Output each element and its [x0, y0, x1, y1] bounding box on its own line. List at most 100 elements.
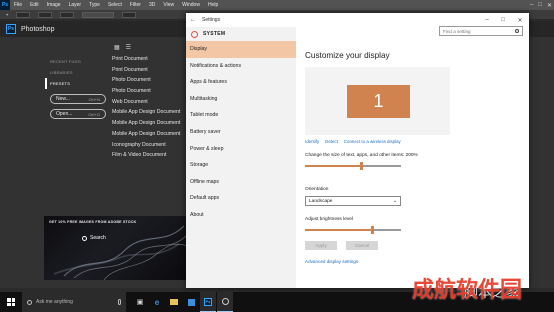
- slider-thumb[interactable]: [360, 162, 363, 170]
- nav-default-apps[interactable]: Default apps: [186, 190, 296, 207]
- display-links: Identify Detect Connect to a wireless di…: [305, 139, 401, 144]
- close-icon[interactable]: ✕: [547, 2, 552, 9]
- edge-icon[interactable]: e: [149, 292, 165, 312]
- new-shortcut: Ctrl+N: [88, 96, 100, 102]
- task-view-icon[interactable]: ▣: [132, 292, 148, 312]
- windows-logo-icon: [7, 298, 15, 306]
- maximize-icon[interactable]: □: [538, 2, 542, 8]
- store-icon[interactable]: [183, 292, 199, 312]
- preset-item[interactable]: Mobile App Design Document: [112, 107, 192, 118]
- settings-taskbar-icon[interactable]: [217, 292, 233, 312]
- preset-item[interactable]: Web Document: [112, 97, 192, 108]
- scale-slider[interactable]: [305, 162, 401, 170]
- nav-apps-features[interactable]: Apps & features: [186, 74, 296, 91]
- menu-3d[interactable]: 3D: [145, 2, 159, 8]
- nav-storage[interactable]: Storage: [186, 157, 296, 174]
- list-view-icon[interactable]: ☰: [126, 44, 131, 51]
- menu-type[interactable]: Type: [85, 2, 104, 8]
- monitor-tile[interactable]: 1: [347, 85, 410, 118]
- preset-item[interactable]: Print Document: [112, 54, 192, 65]
- section-recent-files[interactable]: RECENT FILES: [50, 56, 110, 67]
- window-title: Settings: [202, 17, 221, 23]
- menu-edit[interactable]: Edit: [26, 2, 43, 8]
- menu-image[interactable]: Image: [43, 2, 65, 8]
- photoshop-taskbar-icon[interactable]: Ps: [200, 292, 216, 312]
- menu-filter[interactable]: Filter: [126, 2, 145, 8]
- photoshop-logo-icon: Ps: [6, 24, 16, 34]
- preset-item[interactable]: Iconography Document: [112, 140, 192, 151]
- new-button-label: New...: [56, 96, 70, 102]
- open-button-label: Open...: [56, 111, 73, 117]
- monitor-arrangement: 1: [305, 67, 450, 135]
- cortana-search[interactable]: Ask me anything: [22, 292, 126, 312]
- preset-item[interactable]: Photo Document: [112, 75, 192, 86]
- open-button[interactable]: Open... Ctrl+O: [50, 109, 106, 119]
- menu-layer[interactable]: Layer: [65, 2, 86, 8]
- smoke-graphic: [53, 225, 188, 280]
- slider-fill: [305, 165, 361, 167]
- settings-sidebar: SYSTEM Display Notifications & actions A…: [186, 27, 296, 288]
- banner-text: GET 10% FREE IMAGES FROM ADOBE STOCK: [49, 220, 137, 224]
- maximize-button[interactable]: □: [495, 13, 511, 27]
- nav-multitasking[interactable]: Multitasking: [186, 91, 296, 108]
- start-button[interactable]: [0, 292, 22, 312]
- brightness-slider[interactable]: [305, 226, 401, 234]
- orientation-dropdown[interactable]: Landscape ⌄: [305, 196, 401, 206]
- scale-label: Change the size of text, apps, and other…: [305, 153, 418, 158]
- minimize-button[interactable]: –: [479, 13, 495, 27]
- identify-link[interactable]: Identify: [305, 139, 319, 144]
- search-icon: [82, 235, 87, 241]
- menu-view[interactable]: View: [159, 2, 178, 8]
- option-field[interactable]: [16, 11, 31, 18]
- nav-offline-maps[interactable]: Offline maps: [186, 174, 296, 191]
- preset-item[interactable]: Mobile App Design Document: [112, 129, 192, 140]
- wireless-display-link[interactable]: Connect to a wireless display: [344, 139, 401, 144]
- new-button[interactable]: New... Ctrl+N: [50, 94, 106, 104]
- banner-search[interactable]: Search: [82, 234, 142, 242]
- option-button[interactable]: [82, 11, 115, 18]
- minimize-icon[interactable]: –: [530, 2, 533, 8]
- display-settings-panel: Find a setting Customize your display 1 …: [296, 26, 529, 288]
- menu-file[interactable]: File: [10, 2, 26, 8]
- detect-link[interactable]: Detect: [325, 139, 338, 144]
- close-button[interactable]: ✕: [511, 13, 529, 27]
- adobe-stock-banner[interactable]: GET 10% FREE IMAGES FROM ADOBE STOCK Sea…: [44, 216, 188, 280]
- settings-window: ← Settings – □ ✕ SYSTEM Display Notifica…: [186, 13, 529, 288]
- preset-item[interactable]: Print Document: [112, 65, 192, 76]
- advanced-display-link[interactable]: Advanced display settings: [305, 259, 358, 264]
- preset-item[interactable]: Mobile App Design Document: [112, 118, 192, 129]
- section-presets[interactable]: PRESETS: [45, 78, 110, 89]
- nav-notifications[interactable]: Notifications & actions: [186, 58, 296, 75]
- desktop: Ps File Edit Image Layer Type Select Fil…: [0, 0, 554, 312]
- brightness-label: Adjust brightness level: [305, 217, 353, 222]
- microphone-icon[interactable]: [118, 299, 121, 305]
- apply-button[interactable]: Apply: [305, 241, 337, 250]
- file-explorer-icon[interactable]: [166, 292, 182, 312]
- find-setting-input[interactable]: Find a setting: [439, 26, 523, 36]
- preset-item[interactable]: Photo Document: [112, 86, 192, 97]
- slider-thumb[interactable]: [371, 226, 374, 234]
- window-controls: – □ ✕: [479, 13, 529, 27]
- tool-icon[interactable]: ⌖: [6, 12, 8, 17]
- grid-view-icon[interactable]: ▦: [114, 44, 120, 51]
- back-arrow-icon[interactable]: ←: [186, 17, 200, 23]
- menu-window[interactable]: Window: [178, 2, 204, 8]
- ps-window-controls: – □ ✕: [530, 0, 552, 10]
- option-field[interactable]: [38, 11, 53, 18]
- nav-battery-saver[interactable]: Battery saver: [186, 124, 296, 141]
- settings-titlebar: ← Settings – □ ✕: [186, 13, 529, 27]
- option-field[interactable]: [60, 11, 75, 18]
- nav-display[interactable]: Display: [186, 41, 296, 58]
- nav-power-sleep[interactable]: Power & sleep: [186, 141, 296, 158]
- nav-tablet-mode[interactable]: Tablet mode: [186, 107, 296, 124]
- menu-select[interactable]: Select: [104, 2, 126, 8]
- orientation-value: Landscape: [309, 198, 333, 204]
- preset-item[interactable]: Film & Video Document: [112, 150, 192, 161]
- nav-about[interactable]: About: [186, 207, 296, 224]
- section-libraries[interactable]: LIBRARIES: [50, 67, 110, 78]
- page-title: Customize your display: [305, 51, 390, 60]
- system-header: SYSTEM: [186, 27, 296, 41]
- cancel-button[interactable]: Cancel: [346, 241, 378, 250]
- menu-help[interactable]: Help: [204, 2, 222, 8]
- option-field[interactable]: [122, 11, 137, 18]
